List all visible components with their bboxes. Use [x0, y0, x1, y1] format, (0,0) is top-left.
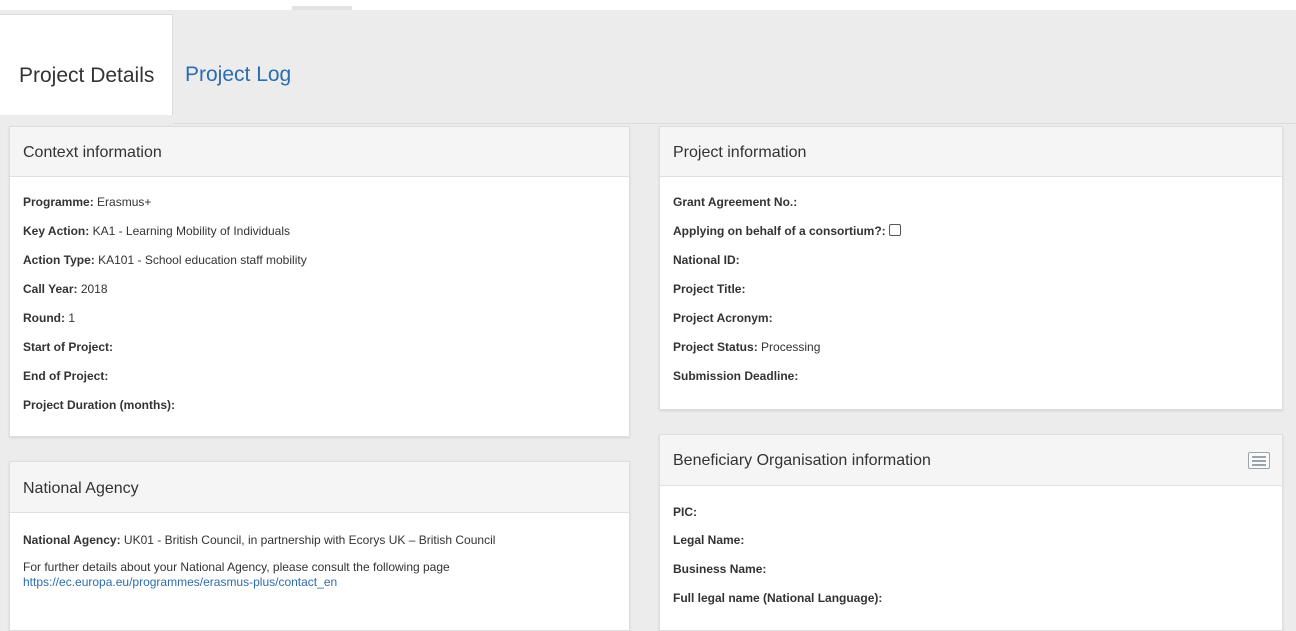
- call-year-value: 2018: [80, 282, 108, 296]
- round-row: Round: 1: [23, 311, 75, 325]
- submission-deadline-row: Submission Deadline:: [673, 369, 798, 383]
- action-type-value: KA101 - School education staff mobility: [98, 253, 307, 267]
- project-information-title: Project information: [673, 144, 807, 161]
- tab-bar: Project Details Project Log: [0, 10, 1296, 124]
- project-information-header: Project information: [660, 127, 1282, 177]
- project-title-row: Project Title:: [673, 282, 745, 296]
- project-information-panel: Project information Grant Agreement No.:…: [659, 126, 1283, 410]
- programme-value: Erasmus+: [97, 195, 152, 209]
- national-id-row: National ID:: [673, 253, 740, 267]
- national-agency-panel: National Agency National Agency: UK01 - …: [9, 461, 630, 631]
- consortium-label: Applying on behalf of a consortium?:: [673, 224, 886, 238]
- beneficiary-panel: Beneficiary Organisation information PIC…: [659, 434, 1283, 631]
- national-agency-value: UK01 - British Council, in partnership w…: [123, 533, 496, 547]
- pic-label: PIC:: [673, 505, 697, 519]
- action-type-row: Action Type: KA101 - School education st…: [23, 253, 307, 267]
- tab-divider: [173, 123, 1296, 124]
- key-action-row: Key Action: KA1 - Learning Mobility of I…: [23, 224, 290, 238]
- national-agency-row: National Agency: UK01 - British Council,…: [23, 533, 495, 547]
- national-agency-title: National Agency: [23, 480, 139, 497]
- action-type-label: Action Type:: [23, 253, 95, 267]
- key-action-value: KA1 - Learning Mobility of Individuals: [92, 224, 291, 238]
- tab-project-details[interactable]: Project Details: [0, 14, 173, 115]
- project-status-row: Project Status: Processing: [673, 340, 820, 354]
- legal-name-label: Legal Name:: [673, 533, 745, 547]
- top-strip: [0, 0, 1296, 10]
- business-name-label: Business Name:: [673, 562, 767, 576]
- tab-project-log-label[interactable]: Project Log: [185, 63, 291, 87]
- national-id-label: National ID:: [673, 253, 740, 267]
- pic-row: PIC:: [673, 505, 697, 519]
- national-agency-note: For further details about your National …: [23, 560, 450, 574]
- call-year-row: Call Year: 2018: [23, 282, 108, 296]
- project-duration-label: Project Duration (months):: [23, 398, 175, 412]
- grant-agreement-row: Grant Agreement No.:: [673, 195, 797, 209]
- end-of-project-label: End of Project:: [23, 369, 109, 383]
- national-agency-contact-link[interactable]: https://ec.europa.eu/programmes/erasmus-…: [23, 575, 337, 589]
- business-name-row: Business Name:: [673, 562, 766, 576]
- project-duration-row: Project Duration (months):: [23, 398, 175, 412]
- round-value: 1: [68, 311, 76, 325]
- end-of-project-row: End of Project:: [23, 369, 108, 383]
- consortium-checkbox[interactable]: [888, 224, 901, 236]
- key-action-label: Key Action:: [23, 224, 90, 238]
- context-information-panel: Context information Programme: Erasmus+ …: [9, 126, 630, 437]
- tab-project-log[interactable]: Project Log: [173, 14, 313, 114]
- submission-deadline-label: Submission Deadline:: [673, 369, 799, 383]
- context-information-title: Context information: [23, 144, 162, 161]
- programme-label: Programme:: [23, 195, 94, 209]
- programme-row: Programme: Erasmus+: [23, 195, 151, 209]
- project-status-label: Project Status:: [673, 340, 758, 354]
- full-legal-name-label: Full legal name (National Language):: [673, 591, 883, 605]
- grant-agreement-label: Grant Agreement No.:: [673, 195, 798, 209]
- beneficiary-header: Beneficiary Organisation information: [660, 435, 1282, 486]
- beneficiary-title: Beneficiary Organisation information: [673, 452, 931, 469]
- project-acronym-label: Project Acronym:: [673, 311, 773, 325]
- national-agency-label: National Agency:: [23, 533, 121, 547]
- consortium-row: Applying on behalf of a consortium?:: [673, 224, 901, 238]
- call-year-label: Call Year:: [23, 282, 78, 296]
- list-icon[interactable]: [1248, 452, 1270, 469]
- start-of-project-label: Start of Project:: [23, 340, 114, 354]
- round-label: Round:: [23, 311, 65, 325]
- full-legal-name-row: Full legal name (National Language):: [673, 591, 882, 605]
- legal-name-row: Legal Name:: [673, 533, 744, 547]
- project-status-value: Processing: [761, 340, 821, 354]
- tab-project-details-label: Project Details: [19, 64, 155, 87]
- project-title-label: Project Title:: [673, 282, 746, 296]
- context-information-header: Context information: [10, 127, 629, 177]
- start-of-project-row: Start of Project:: [23, 340, 113, 354]
- project-acronym-row: Project Acronym:: [673, 311, 773, 325]
- national-agency-header: National Agency: [10, 462, 629, 513]
